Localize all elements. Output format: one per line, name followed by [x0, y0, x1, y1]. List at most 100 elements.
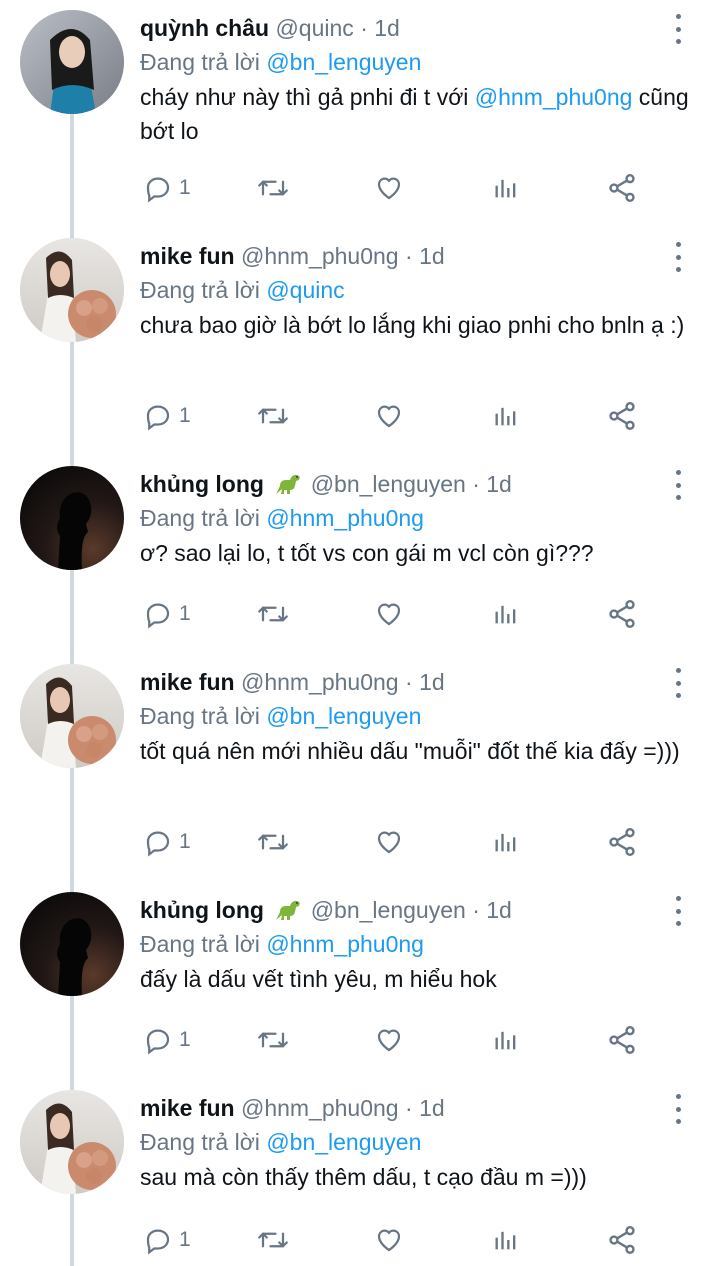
like-button[interactable] — [374, 396, 404, 436]
reply-count: 1 — [179, 602, 191, 625]
text-mention[interactable]: @hnm_phu0ng — [475, 84, 633, 110]
like-button[interactable] — [374, 168, 404, 208]
display-name[interactable]: mike fun — [140, 669, 235, 695]
reply-prefix: Đang trả lời — [140, 703, 260, 729]
share-icon — [609, 600, 635, 628]
reply-icon — [146, 1029, 170, 1055]
retweet-button[interactable] — [256, 1220, 290, 1260]
share-button[interactable] — [606, 594, 638, 634]
share-button[interactable] — [606, 1220, 638, 1260]
reply-to-mention[interactable]: @quinc — [266, 277, 344, 303]
more-vertical-icon[interactable] — [668, 14, 688, 44]
more-vertical-icon[interactable] — [668, 470, 688, 500]
reply-button[interactable]: 1 — [143, 594, 191, 634]
user-handle[interactable]: @hnm_phu0ng — [241, 243, 399, 269]
like-button[interactable] — [374, 594, 404, 634]
tweet-header: khủng long @bn_lenguyen · 1d — [140, 468, 512, 500]
avatar[interactable] — [20, 10, 124, 114]
separator: · — [360, 15, 368, 41]
heart-icon — [377, 1029, 401, 1052]
share-icon — [609, 828, 635, 856]
like-button[interactable] — [374, 1020, 404, 1060]
reply-to-mention[interactable]: @hnm_phu0ng — [266, 505, 424, 531]
share-button[interactable] — [606, 822, 638, 862]
user-handle[interactable]: @hnm_phu0ng — [241, 1095, 399, 1121]
retweet-button[interactable] — [256, 396, 290, 436]
analytics-button[interactable] — [492, 822, 520, 862]
timestamp[interactable]: 1d — [486, 897, 512, 923]
replying-to: Đang trả lời @quinc — [140, 274, 345, 306]
timestamp[interactable]: 1d — [419, 243, 445, 269]
share-icon — [609, 1226, 635, 1254]
replying-to: Đang trả lời @bn_lenguyen — [140, 46, 421, 78]
share-button[interactable] — [606, 396, 638, 436]
user-handle[interactable]: @bn_lenguyen — [311, 897, 466, 923]
retweet-button[interactable] — [256, 594, 290, 634]
reply-count: 1 — [179, 1028, 191, 1051]
heart-icon — [377, 405, 401, 428]
replying-to: Đang trả lời @bn_lenguyen — [140, 1126, 421, 1158]
like-button[interactable] — [374, 822, 404, 862]
avatar[interactable] — [20, 466, 124, 570]
more-vertical-icon[interactable] — [668, 1094, 688, 1124]
timestamp[interactable]: 1d — [419, 1095, 445, 1121]
replying-to: Đang trả lời @hnm_phu0ng — [140, 502, 424, 534]
display-name[interactable]: khủng long — [140, 897, 264, 923]
avatar[interactable] — [20, 892, 124, 996]
user-handle[interactable]: @hnm_phu0ng — [241, 669, 399, 695]
retweet-icon — [258, 606, 288, 622]
tweet-text: ơ? sao lại lo, t tốt vs con gái m vcl cò… — [140, 536, 700, 570]
display-name[interactable]: khủng long — [140, 471, 264, 497]
analytics-button[interactable] — [492, 594, 520, 634]
reply-icon — [146, 1229, 170, 1255]
reply-icon — [146, 405, 170, 431]
like-button[interactable] — [374, 1220, 404, 1260]
analytics-icon — [495, 1031, 516, 1050]
reply-to-mention[interactable]: @hnm_phu0ng — [266, 931, 424, 957]
user-handle[interactable]: @quinc — [275, 15, 353, 41]
timestamp[interactable]: 1d — [374, 15, 400, 41]
timestamp[interactable]: 1d — [419, 669, 445, 695]
retweet-button[interactable] — [256, 822, 290, 862]
reply-button[interactable]: 1 — [143, 1220, 191, 1260]
separator: · — [405, 243, 413, 269]
more-vertical-icon[interactable] — [668, 668, 688, 698]
retweet-button[interactable] — [256, 1020, 290, 1060]
retweet-button[interactable] — [256, 168, 290, 208]
timestamp[interactable]: 1d — [486, 471, 512, 497]
more-vertical-icon[interactable] — [668, 242, 688, 272]
avatar[interactable] — [20, 664, 124, 768]
separator: · — [472, 471, 480, 497]
tweet-text: cháy như này thì gả pnhi đi t với @hnm_p… — [140, 80, 700, 148]
share-button[interactable] — [606, 1020, 638, 1060]
reply-to-mention[interactable]: @bn_lenguyen — [266, 1129, 421, 1155]
action-bar: 1 — [0, 168, 720, 208]
analytics-button[interactable] — [492, 168, 520, 208]
analytics-button[interactable] — [492, 1220, 520, 1260]
avatar[interactable] — [20, 1090, 124, 1194]
user-handle[interactable]: @bn_lenguyen — [311, 471, 466, 497]
dinosaur-emoji-icon — [276, 900, 300, 920]
more-vertical-icon[interactable] — [668, 896, 688, 926]
display-name[interactable]: quỳnh châu — [140, 15, 269, 41]
avatar[interactable] — [20, 238, 124, 342]
share-icon — [609, 1026, 635, 1054]
analytics-button[interactable] — [492, 396, 520, 436]
share-button[interactable] — [606, 168, 638, 208]
reply-button[interactable]: 1 — [143, 1020, 191, 1060]
analytics-button[interactable] — [492, 1020, 520, 1060]
reply-button[interactable]: 1 — [143, 396, 191, 436]
reply-button[interactable]: 1 — [143, 822, 191, 862]
heart-icon — [377, 177, 401, 200]
separator: · — [405, 1095, 413, 1121]
analytics-icon — [495, 605, 516, 624]
reply-button[interactable]: 1 — [143, 168, 191, 208]
reply-to-mention[interactable]: @bn_lenguyen — [266, 49, 421, 75]
tweet-text: chưa bao giờ là bớt lo lắng khi giao pnh… — [140, 308, 700, 342]
display-name[interactable]: mike fun — [140, 1095, 235, 1121]
share-icon — [609, 402, 635, 430]
reply-icon — [146, 831, 170, 857]
display-name[interactable]: mike fun — [140, 243, 235, 269]
reply-to-mention[interactable]: @bn_lenguyen — [266, 703, 421, 729]
analytics-icon — [495, 407, 516, 426]
